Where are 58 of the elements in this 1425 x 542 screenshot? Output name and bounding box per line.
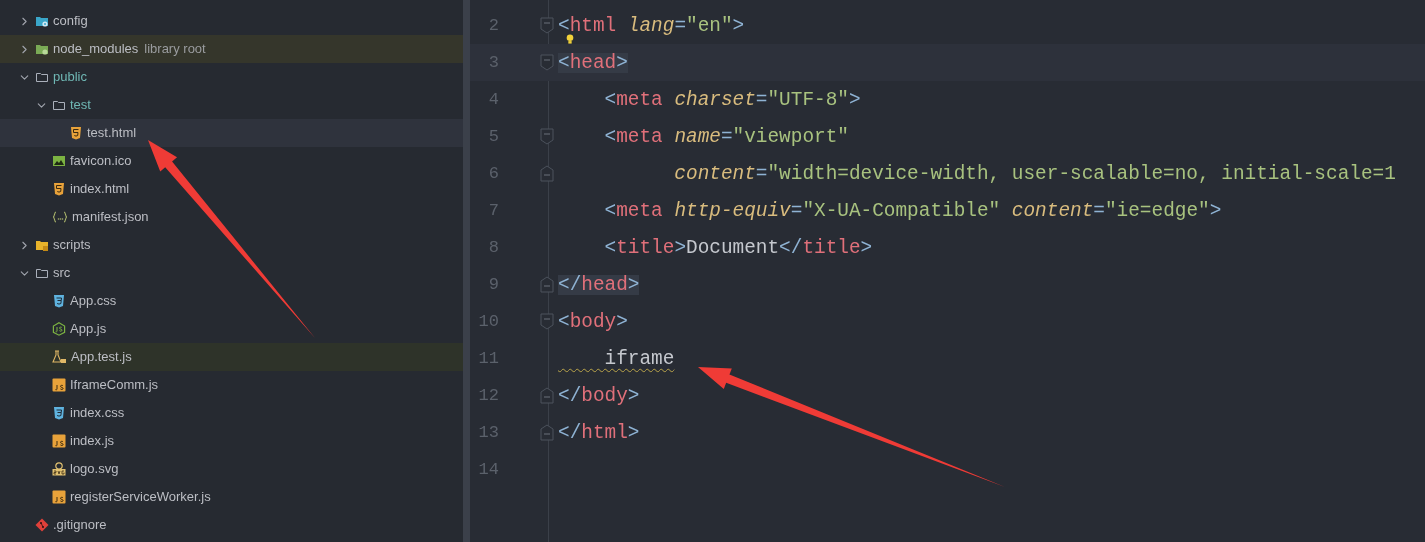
code-line: <meta http-equiv="X-UA-Compatible" content="ie=edge"> (603, 200, 1222, 221)
fold-marker-icon[interactable] (540, 17, 554, 34)
diamond-icon (35, 518, 49, 532)
tree-item[interactable]: scripts (0, 231, 463, 259)
tree-item[interactable]: logo.svg (0, 455, 463, 483)
tree-item[interactable]: test (0, 91, 463, 119)
folder-icon (52, 98, 66, 112)
folder-icon (35, 70, 49, 84)
tree-item[interactable]: registerServiceWorker.js (0, 483, 463, 511)
fold-marker-icon[interactable] (540, 165, 554, 182)
fold-marker-icon[interactable] (540, 387, 554, 404)
tree-item[interactable]: App.js (0, 315, 463, 343)
code-line: <html lang="en"> (558, 15, 745, 36)
tree-item[interactable]: favicon.ico (0, 147, 463, 175)
code-line: </body> (558, 385, 640, 406)
fold-marker-icon[interactable] (540, 128, 554, 145)
code-line: </html> (558, 422, 640, 443)
tree-item[interactable]: App.test.js (0, 343, 463, 371)
code-line: <meta name="viewport" (603, 126, 849, 147)
fold-marker-icon[interactable] (540, 276, 554, 293)
hexagon-icon (52, 322, 66, 336)
code-line: <meta charset="UTF-8"> (603, 89, 861, 110)
fold-marker-icon[interactable] (540, 54, 554, 71)
folder-icon (35, 42, 49, 56)
js-file-icon (52, 378, 66, 392)
tree-item[interactable]: test.html (0, 119, 463, 147)
tree-item[interactable]: node_modules library root (0, 35, 463, 63)
tree-item[interactable]: config (0, 7, 463, 35)
js-file-icon (52, 490, 66, 504)
svg-file-icon (52, 462, 66, 476)
braces-icon (52, 210, 68, 224)
folder-icon (35, 238, 49, 252)
code-line: <title>Document</title> (603, 237, 873, 258)
css3-icon (52, 406, 66, 420)
html5-icon (52, 182, 66, 196)
code-line: <body> (558, 311, 628, 332)
css3-icon (52, 294, 66, 308)
tree-item[interactable]: index.html (0, 175, 463, 203)
tree-item[interactable]: .gitignore (0, 511, 463, 539)
tree-item[interactable]: manifest.json (0, 203, 463, 231)
tree-item[interactable]: index.js (0, 427, 463, 455)
fold-marker-icon[interactable] (540, 313, 554, 330)
html5-icon (69, 126, 83, 140)
code-line: content="width=device-width, user-scalable=no, initial-scale=1 (673, 163, 1396, 184)
folder-gear-icon (35, 14, 49, 28)
tree-item[interactable]: IframeComm.js (0, 371, 463, 399)
fold-marker-icon[interactable] (540, 424, 554, 441)
splitter[interactable] (463, 0, 470, 542)
image-icon (52, 154, 66, 168)
tree-item[interactable]: src (0, 259, 463, 287)
tree-item[interactable]: index.css (0, 399, 463, 427)
lightbulb-icon[interactable] (565, 34, 575, 44)
tree-item[interactable]: public (0, 63, 463, 91)
flask-icon (52, 350, 67, 364)
code-line: iframe (603, 348, 675, 369)
folder-icon (35, 266, 49, 280)
js-file-icon (52, 434, 66, 448)
tree-item[interactable]: App.css (0, 287, 463, 315)
